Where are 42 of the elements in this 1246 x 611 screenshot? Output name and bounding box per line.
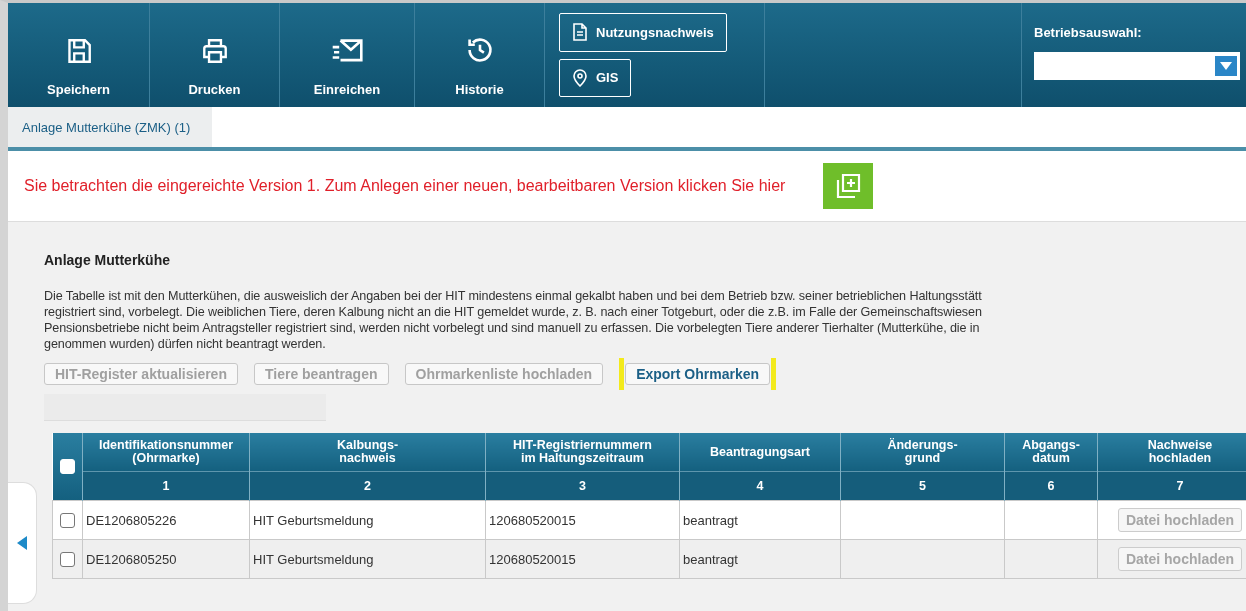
table-cell: 120680520015	[485, 500, 680, 540]
column-number: 6	[1004, 471, 1098, 501]
toolbar-button[interactable]: Historie	[415, 3, 545, 107]
column-number: 5	[840, 471, 1005, 501]
dropdown-caret-icon	[1215, 56, 1237, 76]
table-cell: HIT Geburtsmeldung	[249, 539, 486, 579]
column-number: 1	[82, 471, 250, 501]
column-header: Abgangs- datum	[1004, 433, 1098, 472]
table-cell: beantragt	[679, 539, 841, 579]
column-header: Nachweise hochladen	[1097, 433, 1246, 472]
column-number: 4	[679, 471, 841, 501]
table-cell: DE1206805226	[82, 500, 250, 540]
column-number: 3	[485, 471, 680, 501]
column-header: Identifikationsnummer (Ohrmarke)	[82, 433, 250, 472]
add-copy-icon	[834, 172, 863, 200]
checkbox[interactable]	[60, 513, 75, 529]
column-header: Beantragungsart	[679, 433, 841, 472]
collapse-arrow-icon	[17, 536, 27, 550]
toolbar-link-button[interactable]: GIS	[559, 58, 632, 97]
toolbar-button[interactable]: Einreichen	[280, 3, 415, 107]
action-button[interactable]: Export Ohrmarken	[625, 363, 771, 385]
new-version-button[interactable]	[823, 163, 874, 209]
document-icon	[572, 23, 588, 42]
section-description: Die Tabelle ist mit den Mutterkühen, die ausweislich der Angaben bei der HIT mindestens einmal gekalbt haben und bei dem Betrieb bzw. seiner betrieblichen Haltungsstätt registriert sind, vorbelegt. Die weiblichen Tiere, deren Kalbung nicht an die HIT gemeldet wurde, z. B. nach einer Totgeburt, oder die z.B. im Falle der Gemeinschaftswiesen Pensionsbetriebe nicht beim Antragsteller registriert sind, werden nicht vorbelegt und sind manuell zu erfassen. Die vorbelegten Tiere anderer Tierhalter (Mutterkühe, die in genommen wurden) dürfen nicht beantragt werden.	[44, 288, 983, 352]
checkbox[interactable]	[60, 552, 75, 568]
farm-select-label: Betriebsauswahl:	[1034, 25, 1143, 40]
read-only-notice: Sie betrachten die eingereichte Version 1. Zum Anlegen einer neuen, bearbeitbaren Version klicken Sie hier	[24, 177, 786, 195]
tab[interactable]: Anlage Mutterkühe (ZMK) (1)	[8, 107, 213, 147]
column-number: 7	[1097, 471, 1246, 501]
table-cell: DE1206805250	[82, 539, 250, 579]
table-cell: HIT Geburtsmeldung	[249, 500, 486, 540]
table-cell: beantragt	[679, 500, 841, 540]
column-header: Kalbungs- nachweis	[249, 433, 486, 472]
column-header: Änderungs- grund	[840, 433, 1005, 472]
toolbar-link-button[interactable]: Nutzungsnachweis	[559, 13, 727, 52]
column-number: 2	[249, 471, 486, 501]
table-cell: 120680520015	[485, 539, 680, 579]
location-pin-icon	[572, 68, 588, 87]
farm-select-dropdown[interactable]	[1034, 52, 1240, 80]
sidebar-toggle[interactable]	[8, 482, 37, 604]
column-header: HIT-Registriernummern im Haltungszeitraum	[485, 433, 680, 472]
section-title: Anlage Mutterkühe	[44, 252, 171, 268]
